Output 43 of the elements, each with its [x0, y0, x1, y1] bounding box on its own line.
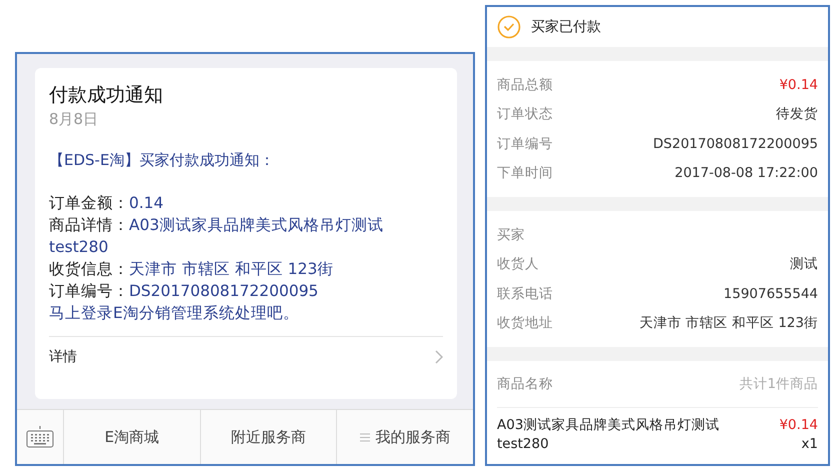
message-title: 付款成功通知 [49, 83, 164, 108]
chevron-right-icon [435, 350, 443, 364]
message-note: 马上登录E淘分销管理系统处理吧。 [49, 303, 300, 324]
field-value: 0.14 [129, 193, 164, 214]
field-label: 订单编号： [49, 281, 129, 302]
info-label: 商品总额 [497, 76, 553, 94]
info-value: 待发货 [776, 105, 818, 124]
field-value: test280 [49, 237, 108, 258]
keyboard-icon[interactable] [26, 425, 54, 449]
goods-price: ¥0.14 [779, 416, 818, 435]
message-headline: 【EDS-E淘】买家付款成功通知： [49, 151, 276, 170]
info-label: 联系电话 [497, 284, 553, 303]
info-value: 测试 [790, 255, 818, 274]
info-label: 买家 [497, 226, 525, 244]
field-value: 天津市 市辖区 和平区 123街 [129, 259, 334, 280]
details-link[interactable]: 详情 [49, 348, 77, 366]
order-status-title: 买家已付款 [531, 18, 601, 36]
info-value: DS20170808172200095 [653, 136, 818, 152]
goods-count: 共计1件商品 [739, 375, 818, 393]
goods-quantity: x1 [801, 435, 818, 454]
field-label: 商品详情： [49, 215, 129, 236]
menu-icon [360, 432, 370, 442]
field-label: 订单金额： [49, 193, 129, 214]
info-value: 15907655544 [724, 286, 818, 302]
menu-button[interactable]: 我的服务商 [337, 410, 474, 464]
field-value: A03测试家具品牌美式风格吊灯测试 [129, 215, 384, 236]
field-value: DS20170808172200095 [129, 281, 318, 302]
menu-button[interactable]: 附近服务商 [200, 410, 338, 464]
info-value: 天津市 市辖区 和平区 123街 [639, 314, 818, 332]
info-label: 订单编号 [497, 134, 553, 153]
message-date: 8月8日 [49, 110, 100, 129]
goods-name: A03测试家具品牌美式风格吊灯测试 [497, 416, 720, 435]
info-value: 2017-08-08 17:22:00 [674, 165, 818, 182]
info-label: 收货人 [497, 255, 539, 274]
info-label: 收货地址 [497, 314, 553, 332]
check-circle-icon [497, 15, 521, 39]
info-value: ¥0.14 [779, 76, 818, 93]
field-label: 收货信息： [49, 259, 129, 280]
menu-button[interactable]: E淘商城 [64, 410, 201, 464]
info-label: 订单状态 [497, 105, 553, 124]
goods-header-label: 商品名称 [497, 375, 553, 393]
goods-name: test280 [497, 435, 550, 454]
info-label: 下单时间 [497, 164, 553, 182]
